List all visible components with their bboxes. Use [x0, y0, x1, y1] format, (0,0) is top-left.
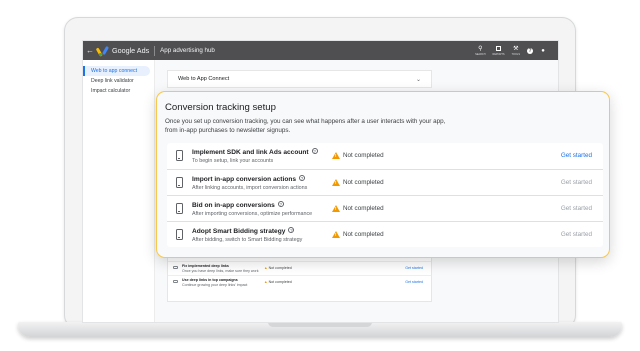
toolbar: ⚲ SEARCH REPORTS ⚒ TOOLS ? ●: [475, 46, 558, 56]
sidebar: Web to app connect Deep link validator I…: [83, 60, 155, 322]
tools-button[interactable]: ⚒ TOOLS: [512, 46, 520, 56]
google-ads-logo-icon: [95, 45, 110, 57]
phone-icon: [176, 229, 183, 240]
get-started-link[interactable]: Get started: [405, 266, 423, 270]
link-icon: [173, 280, 178, 283]
search-button[interactable]: ⚲ SEARCH: [475, 46, 485, 56]
warning-icon: [332, 152, 340, 159]
warning-icon: [332, 179, 340, 186]
help-icon[interactable]: ?: [299, 175, 306, 181]
chevron-down-icon[interactable]: ⌄: [416, 76, 421, 83]
task-row: Import in-app conversion actions? After …: [167, 169, 603, 195]
phone-icon: [176, 203, 183, 214]
list-item: Fix implemented deep links Once you have…: [168, 261, 431, 275]
tools-label: TOOLS: [511, 52, 520, 56]
warning-icon: [332, 231, 340, 238]
product-name: Google Ads: [112, 46, 150, 55]
row-title: Use deep links in top campaigns: [182, 278, 238, 282]
row-status: Not completed: [268, 266, 292, 270]
web-to-app-connect-panel[interactable]: Web to App Connect ⌄: [167, 70, 432, 88]
reports-icon: [496, 46, 502, 52]
top-app-bar: ← Google Ads App advertising hub ⚲ SEARC…: [83, 41, 558, 60]
search-icon: ⚲: [478, 46, 483, 52]
conversion-tracking-card: Conversion tracking setup Once you set u…: [156, 91, 610, 258]
sidebar-item-web-to-app-connect[interactable]: Web to app connect: [83, 66, 150, 76]
phone-icon: [176, 177, 183, 188]
warning-icon: [332, 205, 340, 212]
task-subtitle: After bidding, switch to Smart Bidding s…: [192, 237, 303, 243]
row-status: Not completed: [268, 280, 292, 284]
task-row: Bid on in-app conversions? After importi…: [167, 195, 603, 221]
task-subtitle: After importing conversions, optimize pe…: [192, 211, 313, 217]
task-row: Adopt Smart Bidding strategy? After bidd…: [167, 221, 603, 247]
card-description: Once you set up conversion tracking, you…: [165, 118, 446, 134]
task-list: Implement SDK and link Ads account? To b…: [167, 143, 603, 247]
get-started-button[interactable]: Get started: [561, 205, 592, 212]
task-status: Not completed: [343, 179, 384, 186]
task-title: Bid on in-app conversions: [192, 202, 275, 209]
get-started-button[interactable]: Get started: [561, 152, 592, 159]
card-title: Conversion tracking setup: [165, 102, 276, 113]
list-item: Use deep links in top campaigns Continue…: [168, 275, 431, 289]
task-subtitle: To begin setup, link your accounts: [192, 158, 274, 164]
page-heading: App advertising hub: [160, 47, 215, 54]
task-status: Not completed: [343, 205, 384, 212]
sidebar-item-deep-link-validator[interactable]: Deep link validator: [83, 76, 154, 86]
task-row: Implement SDK and link Ads account? To b…: [167, 143, 603, 169]
help-icon[interactable]: ?: [527, 47, 533, 54]
wrench-icon: ⚒: [513, 46, 519, 52]
get-started-link[interactable]: Get started: [405, 280, 423, 284]
reports-button[interactable]: REPORTS: [493, 46, 505, 56]
task-title: Adopt Smart Bidding strategy: [192, 228, 286, 235]
back-arrow-icon[interactable]: ←: [83, 46, 97, 55]
task-title: Import in-app conversion actions: [192, 176, 297, 183]
phone-icon: [176, 150, 183, 161]
task-subtitle: After linking accounts, import conversio…: [192, 185, 308, 191]
task-status: Not completed: [343, 152, 384, 159]
sidebar-item-impact-calculator[interactable]: Impact calculator: [83, 86, 154, 96]
link-icon: [173, 266, 178, 269]
task-title: Implement SDK and link Ads account: [192, 149, 309, 156]
row-title: Fix implemented deep links: [182, 264, 229, 268]
row-subtitle: Once you have deep links, make sure they…: [182, 269, 259, 273]
get-started-button[interactable]: Get started: [561, 231, 592, 238]
reports-label: REPORTS: [492, 52, 505, 56]
task-status: Not completed: [343, 231, 384, 238]
notification-bell-icon[interactable]: ●: [540, 48, 546, 54]
get-started-button[interactable]: Get started: [561, 179, 592, 186]
help-icon[interactable]: ?: [288, 227, 295, 233]
help-icon[interactable]: ?: [311, 148, 318, 154]
divider: [154, 45, 156, 56]
search-label: SEARCH: [475, 52, 486, 56]
row-subtitle: Continue growing your deep links' impact: [182, 283, 248, 287]
help-icon[interactable]: ?: [277, 201, 284, 207]
panel-title: Web to App Connect: [178, 76, 230, 82]
